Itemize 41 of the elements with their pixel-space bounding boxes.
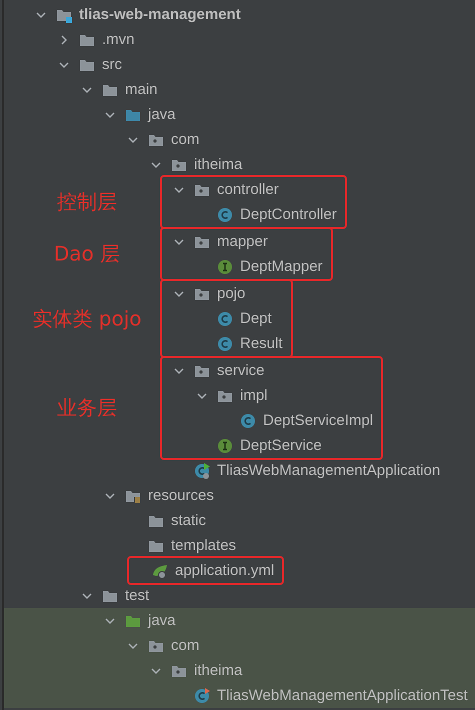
tree-item[interactable]: tlias-web-management <box>4 2 475 27</box>
tree-item[interactable]: impl <box>162 383 374 408</box>
tree-item[interactable]: itheima <box>4 658 475 683</box>
tree-item[interactable]: TliasWebManagementApplicationTest <box>4 683 475 708</box>
annotation-label: Dao 层 <box>54 240 120 268</box>
tree-item[interactable]: resources <box>4 483 475 508</box>
tree-item[interactable]: Dept <box>162 306 283 331</box>
tree-item[interactable]: com <box>4 127 475 152</box>
tree-item[interactable]: .mvn <box>4 27 475 52</box>
leaf-icon <box>152 562 168 578</box>
tree-item[interactable]: com <box>4 633 475 658</box>
tree-item[interactable]: DeptServiceImpl <box>162 408 374 433</box>
class-icon <box>217 310 233 326</box>
tree-item[interactable]: static <box>4 508 475 533</box>
tree-item[interactable]: java <box>4 102 475 127</box>
tree-item[interactable]: service <box>162 358 374 383</box>
tree-item[interactable]: mapper <box>162 229 323 254</box>
tree-item[interactable]: DeptService <box>162 433 374 458</box>
run-class-icon <box>194 462 210 478</box>
tree-item[interactable]: DeptController <box>162 202 337 227</box>
tree-item[interactable]: templates <box>4 533 475 558</box>
tree-item[interactable]: test <box>4 583 475 608</box>
annotation-label: 业务层 <box>57 394 117 422</box>
class-icon <box>217 336 233 352</box>
tree-item[interactable]: pojo <box>162 281 283 306</box>
class-icon <box>217 206 233 222</box>
annotation-label: 实体类 pojo <box>32 305 142 332</box>
tree-item[interactable]: itheima <box>4 152 475 177</box>
tree-item[interactable]: src <box>4 52 475 77</box>
tree-item[interactable]: main <box>4 77 475 102</box>
annotation-label: 控制层 <box>57 188 117 216</box>
interface-icon <box>217 438 233 454</box>
tree-item[interactable]: Result <box>162 331 283 356</box>
class-icon <box>240 412 256 428</box>
interface-icon <box>217 258 233 274</box>
tree-item[interactable]: controller <box>162 177 337 202</box>
tree-item[interactable]: application.yml <box>129 558 274 583</box>
test-class-icon <box>194 688 210 704</box>
tree-item[interactable]: DeptMapper <box>162 254 323 279</box>
tree-item[interactable]: java <box>4 608 475 633</box>
tree-item[interactable]: TliasWebManagementApplication <box>4 458 475 483</box>
